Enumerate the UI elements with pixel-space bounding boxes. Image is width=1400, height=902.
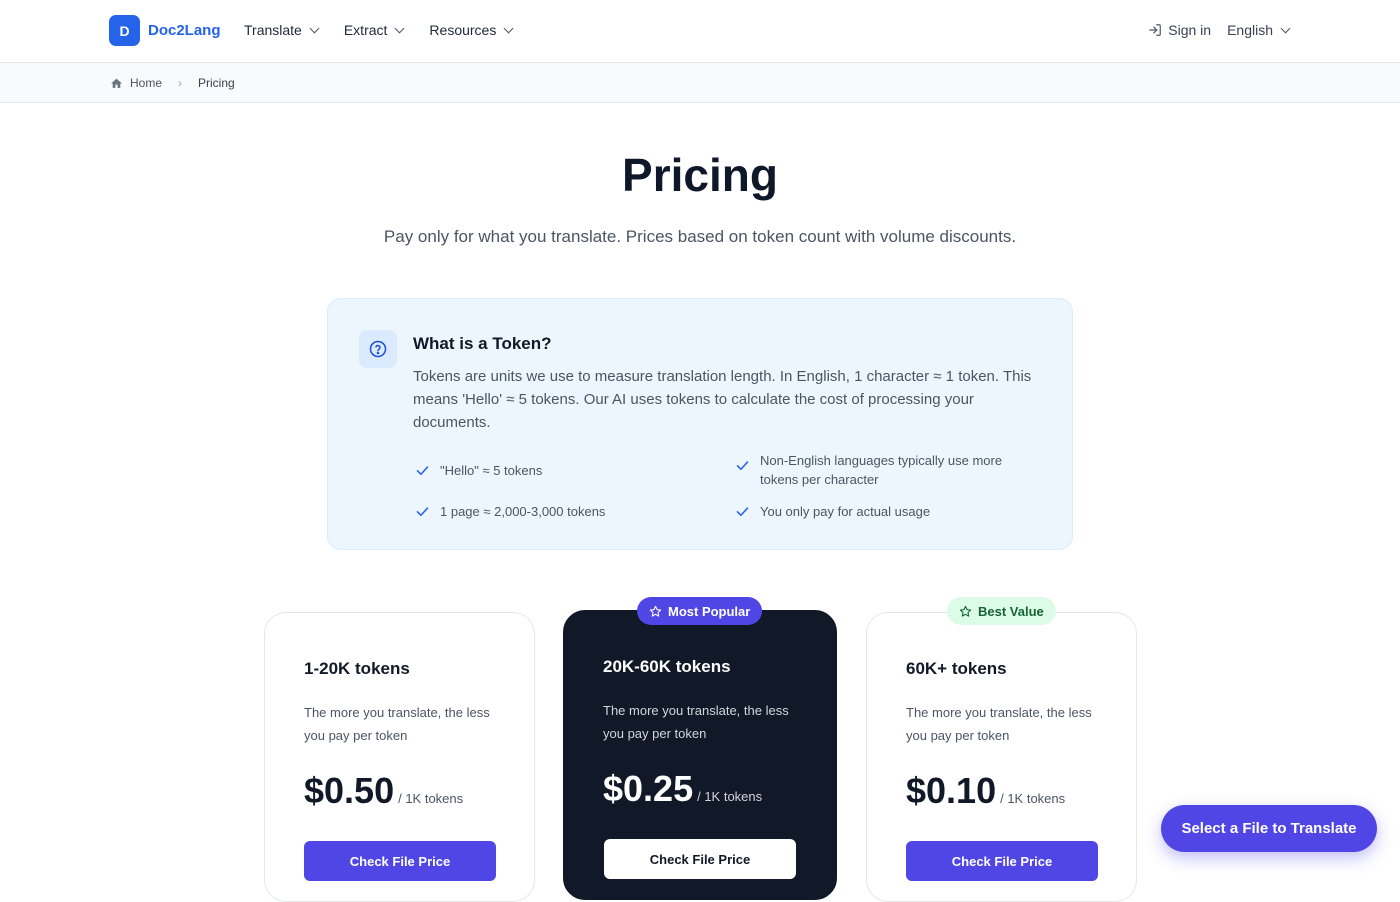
check-icon — [736, 507, 749, 517]
chevron-right-icon: › — [178, 76, 183, 90]
token-feature: 1 page ≈ 2,000-3,000 tokens — [415, 502, 705, 521]
page-subtitle: Pay only for what you translate. Prices … — [383, 227, 1017, 246]
sign-in-label: Sign in — [1168, 22, 1212, 38]
token-feature: "Hello" ≈ 5 tokens — [415, 461, 705, 480]
token-feature-text: You only pay for actual usage — [760, 504, 931, 519]
nav-resources-label: Resources — [429, 22, 497, 38]
star-icon — [959, 605, 972, 617]
plan-price: $0.25 — [603, 768, 694, 809]
plan-price-row: $0.25 / 1K tokens — [603, 768, 762, 810]
token-info-box: What is a Token? Tokens are units we use… — [327, 298, 1073, 550]
chevron-down-icon — [394, 23, 405, 33]
plan-description: The more you translate, the less you pay… — [906, 705, 1092, 743]
logo[interactable]: D Doc2Lang — [109, 15, 221, 46]
breadcrumb-current: Pricing — [198, 76, 235, 90]
plan-price: $0.10 — [906, 770, 997, 811]
language-selector[interactable]: English — [1227, 22, 1291, 38]
home-icon — [111, 78, 122, 88]
breadcrumb-home-label: Home — [130, 76, 163, 90]
check-icon — [736, 461, 749, 471]
plan-price-row: $0.10 / 1K tokens — [906, 770, 1065, 812]
nav-resources[interactable]: Resources — [429, 22, 514, 38]
plan-price-unit: / 1K tokens — [398, 791, 464, 806]
plan-card-basic: 1-20K tokens The more you translate, the… — [264, 612, 535, 902]
plan-price: $0.50 — [304, 770, 395, 811]
sign-in-link[interactable]: Sign in — [1148, 22, 1211, 38]
most-popular-badge: Most Popular — [637, 597, 763, 625]
nav-extract-label: Extract — [343, 22, 388, 38]
plan-card-popular: 20K-60K tokens The more you translate, t… — [563, 610, 837, 900]
check-file-price-button[interactable]: Check File Price — [604, 839, 796, 879]
nav-translate-label: Translate — [244, 22, 302, 38]
token-feature: You only pay for actual usage — [735, 502, 1025, 521]
check-file-price-button[interactable]: Check File Price — [304, 841, 496, 881]
plan-card-best-value: 60K+ tokens The more you translate, the … — [866, 612, 1137, 902]
nav-translate[interactable]: Translate — [244, 22, 320, 38]
token-info-description: Tokens are units we use to measure trans… — [413, 368, 1032, 431]
check-icon — [416, 466, 429, 476]
select-file-button[interactable]: Select a File to Translate — [1161, 805, 1377, 852]
main-nav: Translate Extract Resources — [244, 22, 514, 38]
plan-price-unit: / 1K tokens — [697, 789, 763, 804]
token-info-title: What is a Token? — [413, 334, 552, 353]
token-feature-text: 1 page ≈ 2,000-3,000 tokens — [440, 504, 606, 519]
plan-title: 1-20K tokens — [304, 659, 410, 678]
top-header: D Doc2Lang Translate Extract Resources S… — [0, 0, 1400, 63]
best-value-label: Best Value — [978, 603, 1044, 619]
nav-extract[interactable]: Extract — [343, 22, 405, 38]
breadcrumb-bar: Home › Pricing — [0, 63, 1400, 103]
token-feature-text: "Hello" ≈ 5 tokens — [440, 463, 543, 478]
token-feature: Non-English languages typically use more… — [735, 451, 1025, 489]
check-file-price-button[interactable]: Check File Price — [906, 841, 1098, 881]
plan-title: 60K+ tokens — [906, 659, 1007, 678]
best-value-badge: Best Value — [947, 597, 1056, 625]
plan-price-unit: / 1K tokens — [1000, 791, 1066, 806]
star-icon — [649, 605, 662, 617]
language-label: English — [1227, 22, 1273, 38]
plan-description: The more you translate, the less you pay… — [603, 703, 789, 741]
logo-badge: D — [109, 15, 140, 46]
chevron-down-icon — [309, 23, 320, 33]
question-icon — [359, 330, 397, 368]
plan-price-row: $0.50 / 1K tokens — [304, 770, 463, 812]
sign-in-icon — [1149, 24, 1162, 36]
logo-text: Doc2Lang — [148, 22, 221, 39]
most-popular-label: Most Popular — [668, 603, 751, 619]
header-actions: Sign in English — [1148, 22, 1291, 38]
token-feature-text: Non-English languages typically use more… — [760, 453, 1003, 487]
page-title: Pricing — [622, 149, 778, 201]
plan-title: 20K-60K tokens — [603, 657, 731, 676]
chevron-down-icon — [503, 23, 514, 33]
plan-description: The more you translate, the less you pay… — [304, 705, 490, 743]
breadcrumb: Home › Pricing — [110, 76, 235, 90]
check-icon — [416, 507, 429, 517]
breadcrumb-home[interactable]: Home — [110, 76, 162, 90]
chevron-down-icon — [1280, 23, 1291, 33]
